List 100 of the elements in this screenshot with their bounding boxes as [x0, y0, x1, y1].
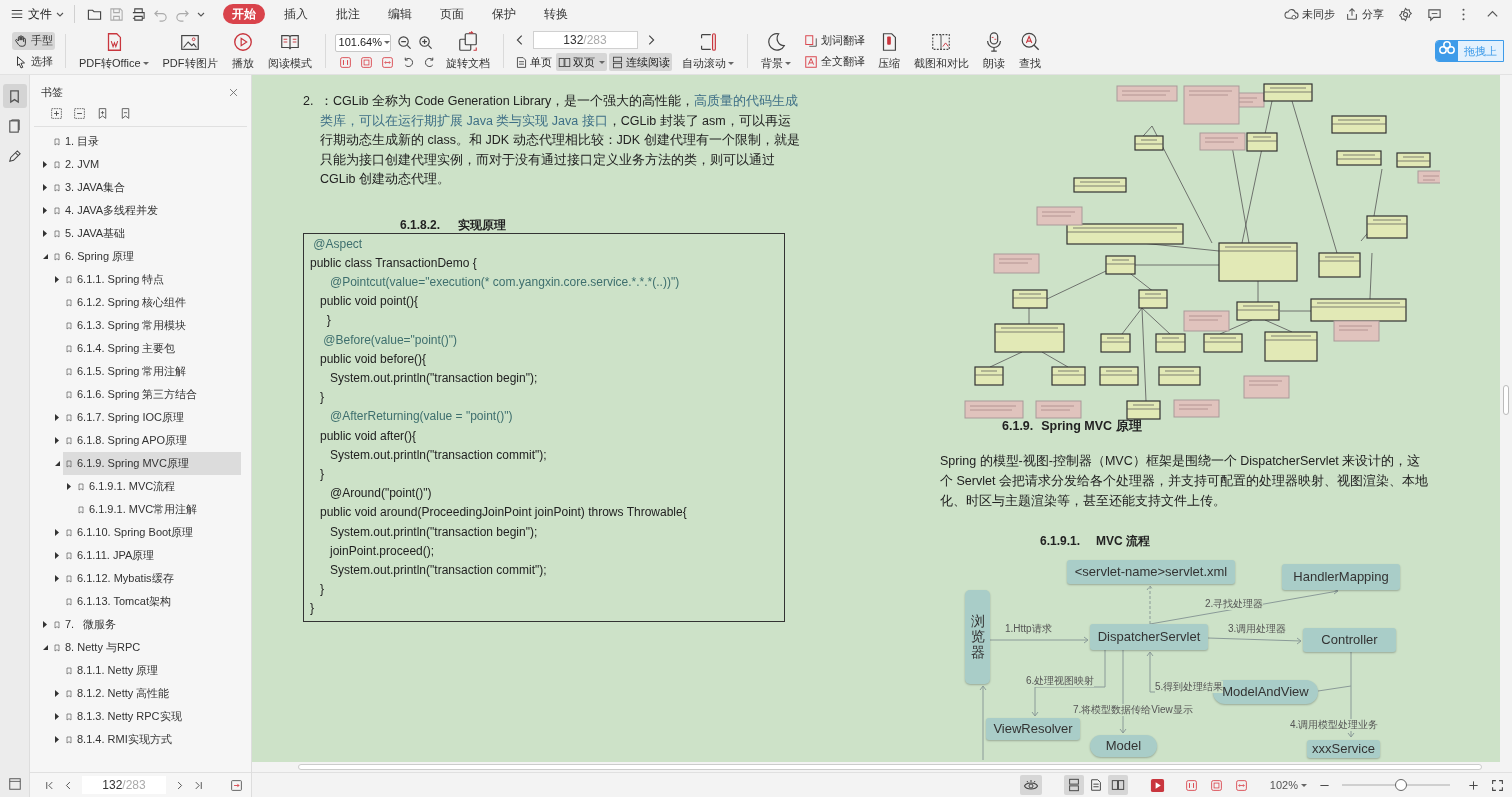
ribbon-tab[interactable]: 页面	[431, 4, 473, 24]
expand-arrow-icon[interactable]	[55, 552, 59, 559]
sync-status-button[interactable]: 未同步	[1284, 5, 1335, 23]
add-bookmark-icon[interactable]	[96, 107, 109, 120]
scrollbar-thumb[interactable]	[298, 764, 1482, 770]
actual-size-icon[interactable]	[338, 55, 352, 69]
toolbar-button[interactable]: 全文翻译	[801, 52, 867, 71]
toolbar-button[interactable]: 播放	[224, 28, 261, 74]
zoom-in-icon[interactable]	[417, 35, 433, 50]
bookmark-item[interactable]: 5. JAVA基础	[30, 222, 241, 245]
view-mode-button[interactable]	[1107, 775, 1128, 795]
toolbar-button[interactable]: 背景	[753, 28, 798, 74]
toolbar-button[interactable]: 朗读	[975, 28, 1012, 74]
bookmark-item[interactable]: 6. Spring 原理	[30, 245, 241, 268]
expand-arrow-icon[interactable]	[55, 414, 59, 421]
bookmark-item[interactable]: 8.1.2. Netty 高性能	[30, 682, 241, 705]
remove-bookmark-icon[interactable]	[119, 107, 132, 120]
bookmark-item[interactable]: 4. JAVA多线程并发	[30, 199, 241, 222]
fullscreen-icon[interactable]	[1491, 778, 1504, 792]
ribbon-tab[interactable]: 转换	[535, 4, 577, 24]
fit-width-icon[interactable]	[380, 55, 394, 69]
bookmark-item[interactable]: 6.1.8. Spring APO原理	[30, 429, 241, 452]
toolbar-button[interactable]: PDF转Office	[72, 28, 156, 74]
panel-layout-icon[interactable]	[7, 777, 22, 791]
toolbar-button[interactable]: 旋转文档	[438, 28, 497, 74]
toolbar-button[interactable]: PDF转图片	[155, 28, 225, 74]
file-menu[interactable]: 文件	[8, 3, 66, 25]
bookmark-item[interactable]: 7. 微服务	[30, 613, 241, 636]
ribbon-tab[interactable]: 开始	[223, 4, 265, 24]
zoom-in-icon[interactable]	[1468, 779, 1479, 791]
toolbar-button[interactable]: 选择	[12, 52, 55, 71]
bookmark-item[interactable]: 8.1.3. Netty RPC实现	[30, 705, 241, 728]
scrollbar-thumb[interactable]	[1503, 385, 1509, 415]
fit-width-icon[interactable]	[1234, 778, 1248, 792]
bookmark-item[interactable]: 6.1.6. Spring 第三方结合	[30, 383, 241, 406]
toolbar-button[interactable]: 划词翻译	[801, 31, 867, 50]
page-number-field[interactable]: 132/283	[82, 776, 166, 794]
view-mode-button[interactable]: 单页	[512, 53, 554, 71]
expand-arrow-icon[interactable]	[55, 575, 59, 582]
comment-icon[interactable]	[1427, 6, 1442, 22]
bookmark-item[interactable]: 2. JVM	[30, 153, 241, 176]
slider-thumb[interactable]	[1395, 779, 1408, 791]
expand-arrow-icon[interactable]	[43, 621, 47, 628]
expand-arrow-icon[interactable]	[55, 736, 59, 743]
toolbar-button[interactable]: 阅读模式	[260, 28, 319, 74]
bookmark-item[interactable]: 6.1.3. Spring 常用模块	[30, 314, 241, 337]
collapse-arrow-icon[interactable]	[55, 461, 60, 466]
rotate-right-icon[interactable]	[422, 55, 436, 69]
bookmark-item[interactable]: 6.1.9.1. MVC流程	[30, 475, 241, 498]
expand-arrow-icon[interactable]	[43, 230, 47, 237]
play-icon[interactable]	[1149, 777, 1165, 793]
bookmark-item[interactable]: 6.1.12. Mybatis缓存	[30, 567, 241, 590]
bookmark-item[interactable]: 6.1.2. Spring 核心组件	[30, 291, 241, 314]
collapse-arrow-icon[interactable]	[43, 254, 48, 259]
expand-all-icon[interactable]	[50, 107, 63, 120]
bookmark-item[interactable]: 6.1.4. Spring 主要包	[30, 337, 241, 360]
expand-arrow-icon[interactable]	[55, 713, 59, 720]
bookmark-item[interactable]: 3. JAVA集合	[30, 176, 241, 199]
toolbar-button[interactable]: 截图和对比	[906, 28, 976, 74]
share-button[interactable]: 分享	[1345, 5, 1384, 23]
actual-size-icon[interactable]	[1184, 778, 1198, 792]
toolbar-button[interactable]: 查找	[1011, 28, 1048, 74]
zoom-dropdown[interactable]: 102%	[1269, 776, 1307, 794]
toolbar-button[interactable]: 自动滚动	[674, 28, 741, 74]
eye-protection-button[interactable]	[1019, 775, 1042, 795]
page-number-field[interactable]: 132/283	[532, 31, 638, 49]
expand-arrow-icon[interactable]	[67, 483, 71, 490]
expand-arrow-icon[interactable]	[55, 529, 59, 536]
bookmark-item[interactable]: 6.1.11. JPA原理	[30, 544, 241, 567]
expand-arrow-icon[interactable]	[43, 184, 47, 191]
collapse-arrow-icon[interactable]	[43, 645, 48, 650]
bookmark-item[interactable]: 6.1.7. Spring IOC原理	[30, 406, 241, 429]
sidebar-tab[interactable]	[2, 84, 27, 108]
expand-arrow-icon[interactable]	[55, 276, 59, 283]
settings-icon[interactable]	[1398, 6, 1413, 22]
ribbon-tab[interactable]: 编辑	[379, 4, 421, 24]
zoom-field[interactable]: 101.64%	[334, 33, 391, 52]
bookmark-item[interactable]: 6.1.5. Spring 常用注解	[30, 360, 241, 383]
ribbon-tab[interactable]: 保护	[483, 4, 525, 24]
last-page-icon[interactable]	[193, 779, 204, 791]
zoom-out-icon[interactable]	[396, 35, 412, 50]
toolbar-button[interactable]: 手型	[12, 31, 55, 50]
expand-arrow-icon[interactable]	[43, 207, 47, 214]
view-mode-button[interactable]: 连续阅读	[608, 53, 672, 71]
bookmark-item[interactable]: 1. 目录	[30, 130, 241, 153]
fit-page-icon[interactable]	[359, 55, 373, 69]
close-icon[interactable]	[228, 86, 239, 98]
bookmark-item[interactable]: 8. Netty 与RPC	[30, 636, 241, 659]
expand-arrow-icon[interactable]	[43, 161, 47, 168]
ribbon-tab[interactable]: 插入	[275, 4, 317, 24]
bookmark-item[interactable]: 6.1.13. Tomcat架构	[30, 590, 241, 613]
collapse-all-icon[interactable]	[73, 107, 86, 120]
expand-arrow-icon[interactable]	[55, 690, 59, 697]
expand-arrow-icon[interactable]	[55, 437, 59, 444]
ribbon-tab[interactable]: 批注	[327, 4, 369, 24]
fit-page-icon[interactable]	[1209, 778, 1223, 792]
view-mode-button[interactable]: 双页	[555, 53, 607, 71]
bookmark-item[interactable]: 8.1.1. Netty 原理	[30, 659, 241, 682]
bookmark-item[interactable]: 6.1.9.1. MVC常用注解	[30, 498, 241, 521]
bookmark-item[interactable]: 6.1.10. Spring Boot原理	[30, 521, 241, 544]
